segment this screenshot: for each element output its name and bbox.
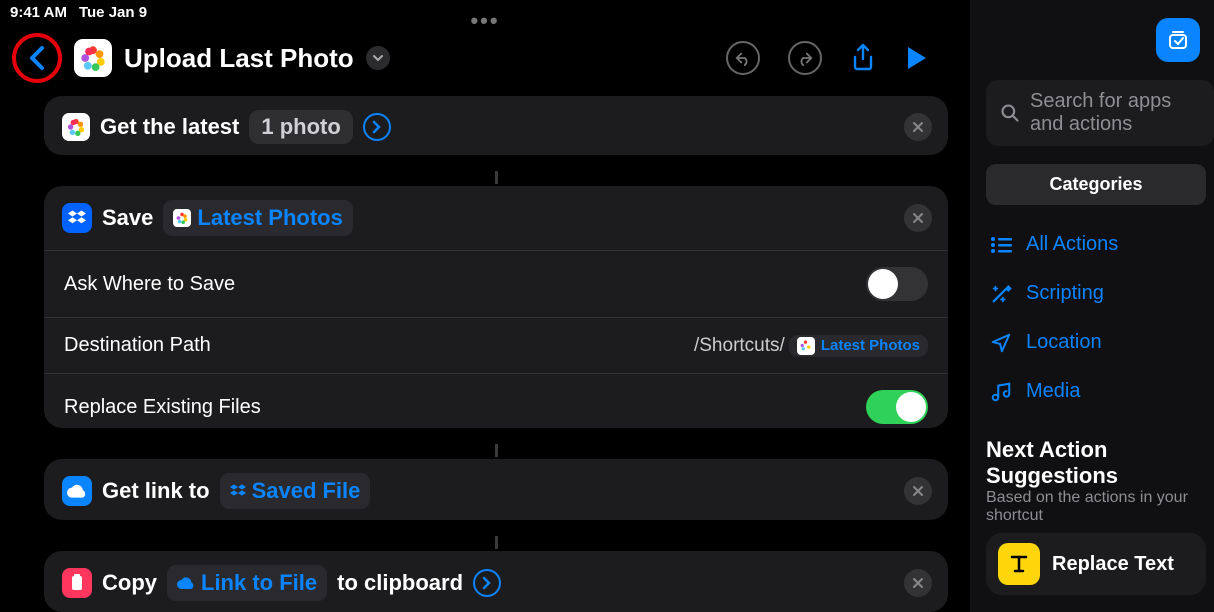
category-media[interactable]: Media xyxy=(986,370,1214,413)
input-token-link-to-file[interactable]: Link to File xyxy=(167,565,327,601)
input-token-saved-file[interactable]: Saved File xyxy=(220,473,371,509)
music-icon xyxy=(990,381,1012,403)
param-label: Replace Existing Files xyxy=(64,396,261,419)
photos-app-icon xyxy=(173,209,191,227)
photos-app-icon xyxy=(62,113,90,141)
undo-button[interactable] xyxy=(726,41,760,75)
library-button[interactable] xyxy=(1156,18,1200,62)
param-label: Ask Where to Save xyxy=(64,273,235,296)
action-get-latest-photos[interactable]: Get the latest 1 photo xyxy=(44,96,948,155)
action-get-link[interactable]: Get link to Saved File xyxy=(44,459,948,520)
wand-icon xyxy=(990,283,1012,305)
category-label: All Actions xyxy=(1026,233,1118,256)
token-label: Latest Photos xyxy=(821,337,920,354)
chevron-right-icon[interactable] xyxy=(363,113,391,141)
clipboard-icon xyxy=(62,568,92,598)
connector xyxy=(44,536,948,549)
param-destination-path[interactable]: Destination Path /Shortcuts/ Latest Phot… xyxy=(44,317,948,373)
share-button[interactable] xyxy=(850,43,876,73)
param-label: Destination Path xyxy=(64,334,211,357)
token-label: Saved File xyxy=(252,478,361,504)
param-photo-count[interactable]: 1 photo xyxy=(249,110,352,144)
location-icon xyxy=(990,332,1012,354)
search-input[interactable]: Search for apps and actions xyxy=(986,80,1214,146)
action-verb: Save xyxy=(102,205,153,231)
category-label: Scripting xyxy=(1026,282,1104,305)
dropbox-icon xyxy=(230,484,246,498)
action-text: Get link to xyxy=(102,478,210,504)
input-token-latest-photos[interactable]: Latest Photos xyxy=(163,200,352,236)
redo-button[interactable] xyxy=(788,41,822,75)
status-date: Tue Jan 9 xyxy=(79,4,147,21)
action-save-dropbox[interactable]: Save Latest Photos Ask Where to Save Des… xyxy=(44,186,948,427)
title-menu-button[interactable] xyxy=(366,46,390,70)
param-replace-existing: Replace Existing Files xyxy=(44,373,948,427)
shortcut-title[interactable]: Upload Last Photo xyxy=(124,43,354,74)
category-scripting[interactable]: Scripting xyxy=(986,272,1214,315)
suggestion-label: Replace Text xyxy=(1052,553,1174,576)
text-icon xyxy=(998,543,1040,585)
action-verb: Copy xyxy=(102,570,157,596)
action-copy-clipboard[interactable]: Copy Link to File to clipboard xyxy=(44,551,948,612)
action-text: Get the latest xyxy=(100,114,239,140)
search-icon xyxy=(1000,103,1020,123)
list-icon xyxy=(990,236,1012,254)
delete-action-button[interactable] xyxy=(904,569,932,597)
toggle-ask-where[interactable] xyxy=(866,267,928,301)
back-button[interactable] xyxy=(12,33,62,83)
delete-action-button[interactable] xyxy=(904,477,932,505)
icloud-icon xyxy=(62,476,92,506)
suggestion-replace-text[interactable]: Replace Text xyxy=(986,533,1206,595)
delete-action-button[interactable] xyxy=(904,204,932,232)
suggestions-subtitle: Based on the actions in your shortcut xyxy=(986,489,1214,525)
run-button[interactable] xyxy=(904,45,928,71)
dropbox-icon xyxy=(62,203,92,233)
photos-app-icon xyxy=(797,337,815,355)
category-all-actions[interactable]: All Actions xyxy=(986,223,1214,266)
path-prefix: /Shortcuts/ xyxy=(694,335,785,357)
connector xyxy=(44,444,948,457)
icloud-icon xyxy=(177,577,195,589)
connector xyxy=(44,171,948,184)
category-label: Location xyxy=(1026,331,1102,354)
token-label: Link to File xyxy=(201,570,317,596)
photos-app-icon xyxy=(74,39,112,77)
delete-action-button[interactable] xyxy=(904,113,932,141)
segment-categories[interactable]: Categories xyxy=(986,164,1206,205)
overflow-icon[interactable]: ••• xyxy=(470,8,499,34)
chevron-right-icon[interactable] xyxy=(473,569,501,597)
suggestions-title: Next Action Suggestions xyxy=(986,437,1214,489)
category-location[interactable]: Location xyxy=(986,321,1214,364)
status-time: 9:41 AM xyxy=(10,4,67,21)
path-token[interactable]: Latest Photos xyxy=(789,335,928,357)
param-ask-where-to-save: Ask Where to Save xyxy=(44,250,948,317)
action-suffix: to clipboard xyxy=(337,570,463,596)
category-label: Media xyxy=(1026,380,1080,403)
token-label: Latest Photos xyxy=(197,205,342,231)
toggle-replace-existing[interactable] xyxy=(866,390,928,424)
search-placeholder: Search for apps and actions xyxy=(1030,90,1200,136)
